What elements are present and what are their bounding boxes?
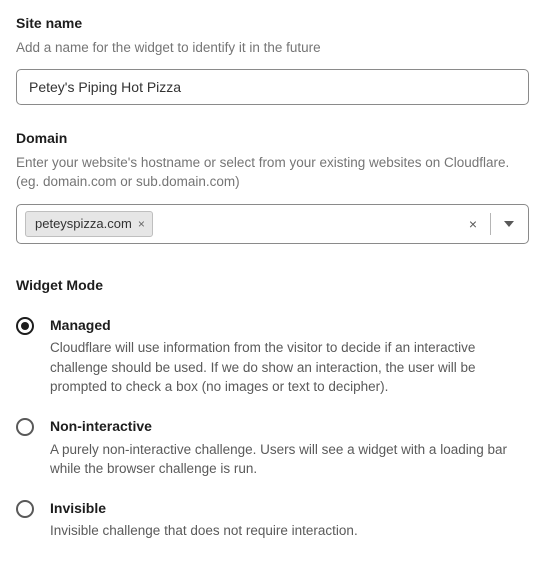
- site-name-input[interactable]: [16, 69, 529, 105]
- radio-content: Non-interactive A purely non-interactive…: [50, 417, 529, 479]
- widget-mode-option-noninteractive[interactable]: Non-interactive A purely non-interactive…: [16, 417, 529, 479]
- radio-invisible[interactable]: [16, 500, 34, 518]
- widget-mode-option-managed[interactable]: Managed Cloudflare will use information …: [16, 316, 529, 397]
- site-name-field: Site name Add a name for the widget to i…: [16, 14, 529, 105]
- domain-chip-text: peteyspizza.com: [35, 215, 132, 233]
- radio-desc-managed: Cloudflare will use information from the…: [50, 338, 529, 397]
- widget-mode-title: Widget Mode: [16, 276, 529, 296]
- clear-all-icon[interactable]: ×: [462, 217, 484, 231]
- site-name-label: Site name: [16, 14, 529, 34]
- domain-label: Domain: [16, 129, 529, 149]
- select-divider: [490, 213, 491, 235]
- domain-chip-remove-icon[interactable]: ×: [138, 218, 145, 230]
- domain-help: Enter your website's hostname or select …: [16, 153, 529, 192]
- radio-desc-noninteractive: A purely non-interactive challenge. User…: [50, 440, 529, 479]
- widget-mode-section: Widget Mode Managed Cloudflare will use …: [16, 276, 529, 541]
- radio-managed[interactable]: [16, 317, 34, 335]
- radio-content: Invisible Invisible challenge that does …: [50, 499, 529, 541]
- widget-mode-option-invisible[interactable]: Invisible Invisible challenge that does …: [16, 499, 529, 541]
- radio-content: Managed Cloudflare will use information …: [50, 316, 529, 397]
- domain-chip: peteyspizza.com ×: [25, 211, 153, 237]
- dropdown-caret-icon[interactable]: [497, 221, 520, 227]
- radio-noninteractive[interactable]: [16, 418, 34, 436]
- radio-label-noninteractive: Non-interactive: [50, 417, 529, 437]
- domain-select[interactable]: peteyspizza.com × ×: [16, 204, 529, 244]
- site-name-help: Add a name for the widget to identify it…: [16, 38, 529, 58]
- radio-label-invisible: Invisible: [50, 499, 529, 519]
- radio-label-managed: Managed: [50, 316, 529, 336]
- domain-field: Domain Enter your website's hostname or …: [16, 129, 529, 244]
- radio-desc-invisible: Invisible challenge that does not requir…: [50, 521, 529, 541]
